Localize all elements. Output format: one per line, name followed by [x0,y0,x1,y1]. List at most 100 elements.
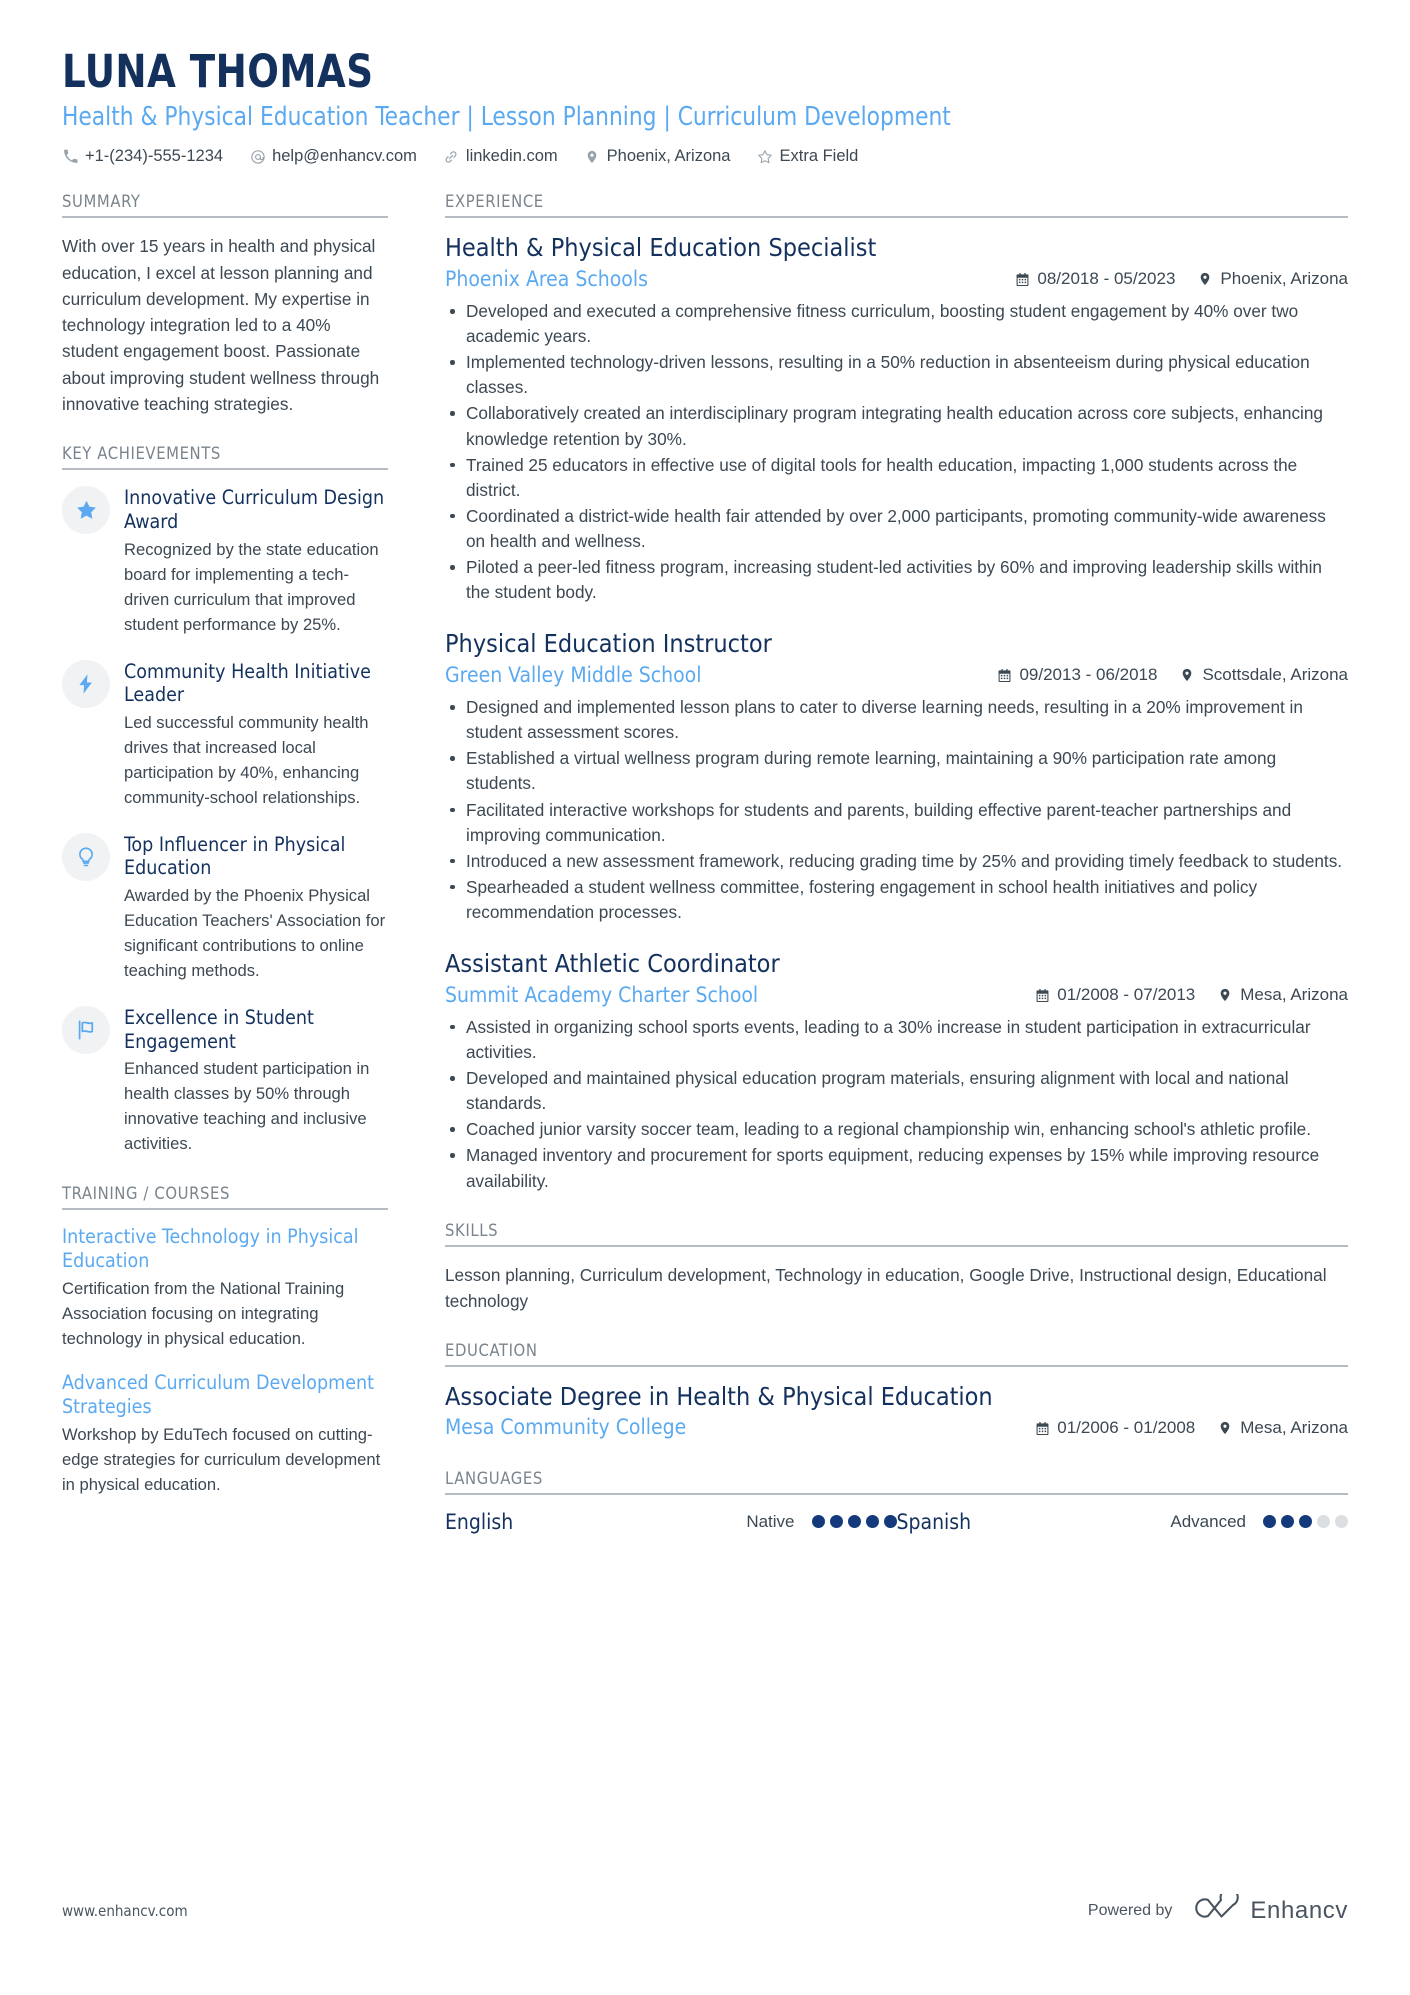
contact-item-star-outline[interactable]: Extra Field [756,147,858,166]
achievement-description: Led successful community health drives t… [124,713,369,807]
achievement-title: Community Health Initiative Leader [124,659,371,707]
job-location-text: Phoenix, Arizona [1220,269,1348,289]
job-location: Phoenix, Arizona [1197,269,1348,289]
job-bullet: Developed and maintained physical educat… [445,1066,1348,1116]
main-column: EXPERIENCE Health & Physical Education S… [414,192,1348,1561]
training-item: Advanced Curriculum Development Strategi… [62,1371,388,1498]
enhancv-brand-name: Enhancv [1250,1896,1348,1924]
calendar-icon [996,667,1012,683]
training-section-title: TRAINING / COURSES [62,1184,388,1210]
education-organization: Mesa Community College [445,1415,687,1440]
achievement-description: Recognized by the state education board … [124,539,379,634]
training-title: Advanced Curriculum Development Strategi… [62,1370,375,1419]
achievements-list: Innovative Curriculum Design Award Recogn… [62,485,388,1157]
education-item: Associate Degree in Health & Physical Ed… [445,1382,1348,1442]
language-item: Spanish Advanced [896,1509,1348,1534]
contact-item-location-pin[interactable]: Phoenix, Arizona [584,147,731,166]
job-bullet: Introduced a new assessment framework, r… [445,849,1348,874]
job-bullet: Developed and executed a comprehensive f… [445,299,1348,349]
language-name: Spanish [896,1509,972,1534]
job-dates-text: 01/2008 - 07/2013 [1057,985,1196,1005]
achievement-item: Top Influencer in Physical Education Awar… [62,832,388,984]
job-bullet: Coordinated a district-wide health fair … [445,504,1348,554]
job-position: Assistant Athletic Coordinator [445,949,780,979]
job-bullet: Managed inventory and procurement for sp… [445,1143,1348,1193]
job-dates-text: 09/2013 - 06/2018 [1019,665,1158,685]
contact-item-email[interactable]: help@enhancv.com [249,147,417,166]
contact-text: Extra Field [779,147,859,166]
resume-footer: www.enhancv.com Powered by Enhancv [62,1887,1348,1927]
education-dates: 01/2006 - 01/2008 [1034,1418,1195,1438]
job-dates-text: 08/2018 - 05/2023 [1037,269,1176,289]
training-item: Interactive Technology in Physical Educa… [62,1225,388,1352]
contact-item-link[interactable]: linkedin.com [443,147,558,166]
achievement-title: Excellence in Student Engagement [124,1005,314,1053]
job-organization: Phoenix Area Schools [445,266,648,291]
job-position: Physical Education Instructor [445,629,772,659]
job-organization: Green Valley Middle School [445,662,702,687]
job-bullet: Piloted a peer-led fitness program, incr… [445,555,1348,605]
achievement-title: Innovative Curriculum Design Award [124,486,385,534]
achievement-item: Excellence in Student Engagement Enhanced… [62,1005,388,1157]
experience-item: Assistant Athletic Coordinator Summit Aca… [445,949,1348,1194]
job-bullet: Trained 25 educators in effective use of… [445,453,1348,503]
location-pin-icon [584,148,601,165]
language-level-dot [883,1515,897,1529]
experience-section-title: EXPERIENCE [445,192,1348,219]
language-name: English [445,1509,514,1534]
language-level-dot [1299,1515,1312,1529]
calendar-icon [1034,987,1050,1003]
achievement-body: Innovative Curriculum Design Award Recogn… [124,485,388,637]
language-item: English Native [445,1510,897,1534]
training-list: Interactive Technology in Physical Educa… [62,1225,388,1498]
contact-text: Phoenix, Arizona [606,147,731,166]
job-organization: Summit Academy Charter School [445,982,759,1007]
languages-section: LANGUAGES English Native Spanish Advanced [445,1469,1348,1534]
contact-text: linkedin.com [465,147,558,166]
achievement-body: Excellence in Student Engagement Enhanced… [124,1005,388,1157]
job-bullets: Designed and implemented lesson plans to… [445,695,1348,925]
job-bullet: Assisted in organizing school sports eve… [445,1015,1348,1065]
summary-text: With over 15 years in health and physica… [62,236,380,415]
resume-header: LUNA THOMAS Health & Physical Education … [62,0,1348,166]
experience-section: EXPERIENCE Health & Physical Education S… [445,192,1348,1193]
link-icon [443,148,460,165]
job-bullet: Coached junior varsity soccer team, lead… [445,1117,1348,1142]
language-level-dot [865,1515,879,1529]
powered-by-label: Powered by [1087,1901,1173,1919]
contact-item-phone[interactable]: +1-(234)-555-1234 [62,147,223,166]
education-list: Associate Degree in Health & Physical Ed… [445,1382,1348,1442]
footer-website-url[interactable]: www.enhancv.com [62,1902,188,1920]
job-location-text: Mesa, Arizona [1240,985,1348,1005]
contact-row: +1-(234)-555-1234 help@enhancv.com linkedi… [62,147,1348,166]
language-level-dot [1335,1515,1348,1529]
training-description: Workshop by EduTech focused on cutting-e… [62,1425,381,1495]
email-icon [249,148,266,165]
education-section-title: EDUCATION [445,1341,1348,1367]
jobs-list: Health & Physical Education Specialist Ph… [445,233,1348,1193]
calendar-icon [1034,1420,1050,1436]
summary-section-title: SUMMARY [62,192,388,219]
job-bullet: Collaboratively created an interdiscipli… [445,401,1348,451]
location-pin-icon [1217,987,1233,1003]
languages-section-title: LANGUAGES [445,1469,1348,1495]
job-meta: Summit Academy Charter School 01/2008 - 0… [445,982,1348,1009]
training-section: TRAINING / COURSES Interactive Technolog… [62,1184,388,1498]
job-bullets: Developed and executed a comprehensive f… [445,299,1348,605]
candidate-name: LUNA THOMAS [62,45,374,98]
job-bullet: Facilitated interactive workshops for st… [445,798,1348,848]
job-dates: 08/2018 - 05/2023 [1014,269,1175,289]
experience-item: Physical Education Instructor Green Valle… [445,629,1348,925]
resume-body: SUMMARY With over 15 years in health and… [62,192,1348,1561]
star-outline-icon [756,148,773,165]
training-description: Certification from the National Training… [62,1279,345,1349]
job-dates: 09/2013 - 06/2018 [996,665,1157,685]
achievements-section: KEY ACHIEVEMENTS Innovative Curriculum D… [62,444,388,1157]
job-location: Scottsdale, Arizona [1179,665,1348,685]
achievement-description: Awarded by the Phoenix Physical Educatio… [124,886,386,980]
achievement-description: Enhanced student participation in health… [124,1059,370,1154]
location-pin-icon [1179,667,1195,683]
language-level-dot [1263,1515,1276,1529]
location-pin-icon [1217,1420,1233,1436]
skills-section-title: SKILLS [445,1221,1348,1247]
